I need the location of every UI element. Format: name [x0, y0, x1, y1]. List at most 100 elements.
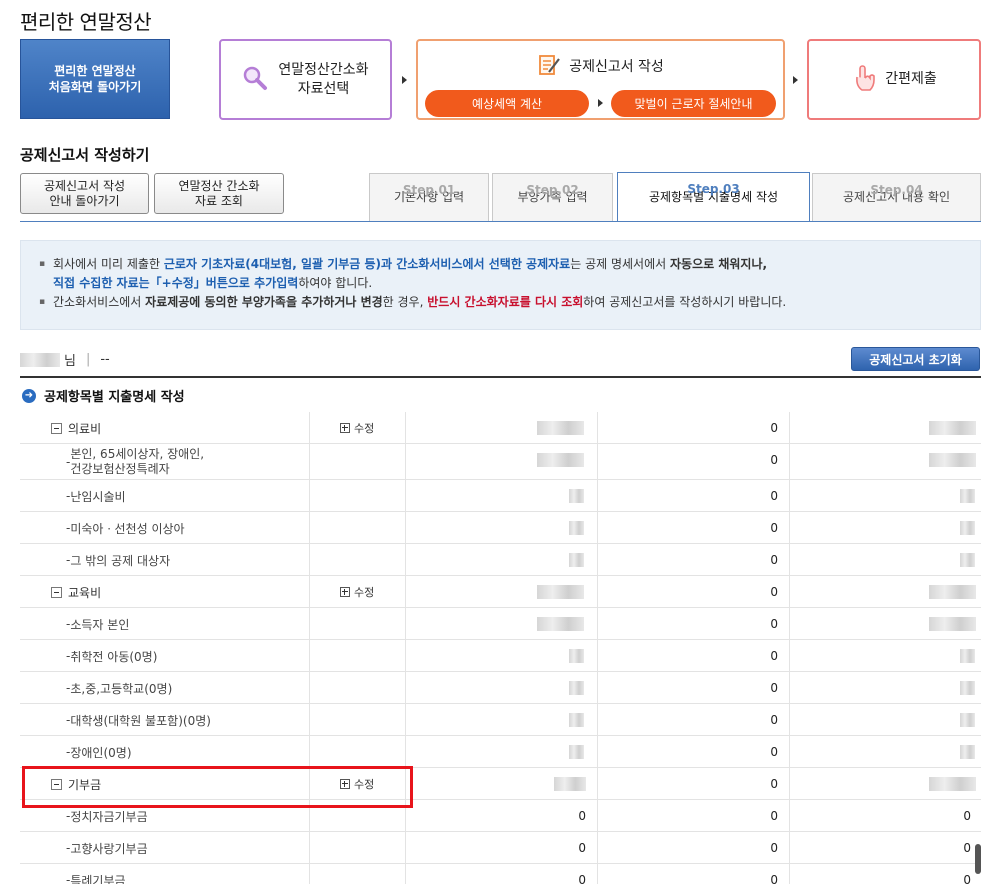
plus-icon	[340, 423, 350, 433]
amount-value: 0	[770, 713, 778, 727]
amount-redacted	[960, 553, 975, 567]
table-row: - 대학생(대학원 불포함)(0명) 0	[20, 704, 981, 736]
amount-value: 0	[770, 841, 778, 855]
amount-value: 0	[770, 521, 778, 535]
home-button-line2: 처음화면 돌아가기	[48, 80, 142, 94]
amount-redacted	[960, 681, 975, 695]
table-row: - 소득자 본인 0	[20, 608, 981, 640]
notice-bold: 자료제공에 동의한 부양가족을 추가하거나 변경	[145, 295, 383, 309]
amount-redacted	[960, 649, 975, 663]
edit-label: 수정	[354, 422, 375, 435]
row-label: 기부금	[51, 768, 101, 800]
row-label-line1: 본인, 65세이상자, 장애인,	[70, 447, 205, 461]
dual-income-tip-button[interactable]: 맞벌이 근로자 절세안내	[611, 90, 776, 117]
row-label-text: 고향사랑기부금	[70, 841, 148, 856]
simplified-lookup-button[interactable]: 연말정산 간소화 자료 조회	[154, 173, 284, 214]
amount-redacted	[569, 553, 584, 567]
row-label-text: 소득자 본인	[70, 617, 130, 632]
amount-value: 0	[578, 809, 586, 823]
row-label-text: 의료비	[68, 421, 102, 436]
row-label-line2: 건강보험산정특례자	[70, 462, 170, 476]
arrow-right-circle-icon: ➜	[22, 388, 36, 403]
collapse-icon[interactable]	[51, 586, 62, 598]
collapse-icon[interactable]	[51, 422, 62, 434]
edit-label: 수정	[354, 778, 375, 791]
amount-value: 0	[770, 649, 778, 663]
amount-redacted	[569, 713, 584, 727]
table-row-group: 기부금 수정 0	[20, 768, 981, 800]
amount-value: 0	[770, 777, 778, 791]
amount-value: 0	[963, 841, 971, 855]
simplified-data-select-step[interactable]: 연말정산간소화 자료선택	[219, 39, 392, 120]
row-label-text: 기부금	[68, 777, 102, 792]
table-row: - 고향사랑기부금 0 0 0	[20, 832, 981, 864]
guide-button-line1: 공제신고서 작성	[43, 178, 126, 193]
amount-value: 0	[770, 873, 778, 884]
deduction-form-step: 공제신고서 작성 예상세액 계산 맞벌이 근로자 절세안내	[416, 39, 785, 120]
amount-redacted	[960, 521, 975, 535]
user-name-redacted	[20, 352, 60, 367]
amount-value: 0	[963, 809, 971, 823]
tab-step-01[interactable]: Step.01 기본사항 입력	[369, 173, 489, 221]
flow-arrow-icon	[402, 76, 407, 84]
reset-form-button[interactable]: 공제신고서 초기화	[851, 347, 980, 371]
row-label: - 취학전 아동(0명)	[66, 640, 157, 672]
tab-step-02[interactable]: Step.02 부양가족 입력	[492, 173, 613, 221]
amount-redacted	[569, 681, 584, 695]
amount-value: 0	[770, 681, 778, 695]
guide-button-line2: 안내 돌아가기	[49, 193, 120, 208]
user-suffix: 님	[64, 354, 76, 369]
notice-text: 는 공제 명세서에서	[570, 257, 670, 271]
tab-step-03[interactable]: Step.03 공제항목별 지출명세 작성	[617, 172, 810, 221]
amount-redacted	[929, 777, 976, 791]
table-row: - 그 밖의 공제 대상자 0	[20, 544, 981, 576]
edit-button[interactable]: 수정	[340, 576, 374, 608]
row-label-text: 난임시술비	[70, 489, 126, 504]
table-row: - 장애인(0명) 0	[20, 736, 981, 768]
notice-text: 하여 공제신고서를 작성하시기 바랍니다.	[583, 295, 787, 309]
home-button-line1: 편리한 연말정산	[54, 64, 136, 78]
row-label-text: 초,중,고등학교(0명)	[70, 681, 173, 696]
row-label: 교육비	[51, 576, 101, 608]
notice-highlight: 직접 수집한 자료는「+수정」버튼으로 추가입력	[53, 276, 299, 290]
notice-bold: 자동으로 채워지나,	[669, 257, 768, 271]
notice-highlight: 근로자 기초자료(4대보험, 일괄 기부금 등)과 간소화서비스에서 선택한 공…	[163, 257, 571, 271]
row-label-text: 특례기부금	[70, 873, 126, 884]
document-pen-icon	[537, 53, 561, 81]
subsection-title: ➜ 공제항목별 지출명세 작성	[22, 386, 185, 405]
collapse-icon[interactable]	[51, 778, 62, 790]
step-number: Step.02	[526, 182, 579, 197]
amount-redacted	[569, 521, 584, 535]
table-row: - 특례기부금 0 0 0	[20, 864, 981, 884]
row-label-text: 취학전 아동(0명)	[70, 649, 158, 664]
amount-redacted	[929, 585, 976, 599]
edit-button[interactable]: 수정	[340, 412, 374, 444]
divider	[20, 376, 981, 378]
flow-arrow-icon	[793, 76, 798, 84]
row-label: - 대학생(대학원 불포함)(0명)	[66, 704, 211, 736]
tab-step-04[interactable]: Step.04 공제신고서 내용 확인	[812, 173, 981, 221]
page-title: 편리한 연말정산	[20, 10, 152, 34]
lookup-button-line1: 연말정산 간소화	[178, 178, 260, 193]
row-label-text: 그 밖의 공제 대상자	[70, 553, 171, 568]
notice-text: 한 경우,	[382, 295, 428, 309]
table-row: - 난임시술비 0	[20, 480, 981, 512]
easy-submit-step[interactable]: 간편제출	[807, 39, 981, 120]
table-row-group: 교육비 수정 0	[20, 576, 981, 608]
back-to-guide-button[interactable]: 공제신고서 작성 안내 돌아가기	[20, 173, 149, 214]
estimated-tax-button[interactable]: 예상세액 계산	[425, 90, 589, 117]
notice-box: 회사에서 미리 제출한 근로자 기초자료(4대보험, 일괄 기부금 등)과 간소…	[20, 240, 981, 330]
amount-value: 0	[770, 421, 778, 435]
row-label: 의료비	[51, 412, 101, 444]
divider: |	[85, 352, 91, 367]
row-label: - 소득자 본인	[66, 608, 129, 640]
amount-value: 0	[770, 745, 778, 759]
amount-redacted	[960, 713, 975, 727]
amount-value: 0	[578, 873, 586, 884]
scrollbar[interactable]	[975, 844, 981, 874]
expense-table: 의료비 수정 0- 본인, 65세이상자, 장애인, 건강보험산정특례자 0- 난임시술…	[20, 412, 981, 884]
simplified-step-line1: 연말정산간소화	[278, 61, 369, 78]
edit-button[interactable]: 수정	[340, 768, 374, 800]
row-label-text: 정치자금기부금	[70, 809, 148, 824]
home-return-button[interactable]: 편리한 연말정산 처음화면 돌아가기	[20, 39, 170, 119]
